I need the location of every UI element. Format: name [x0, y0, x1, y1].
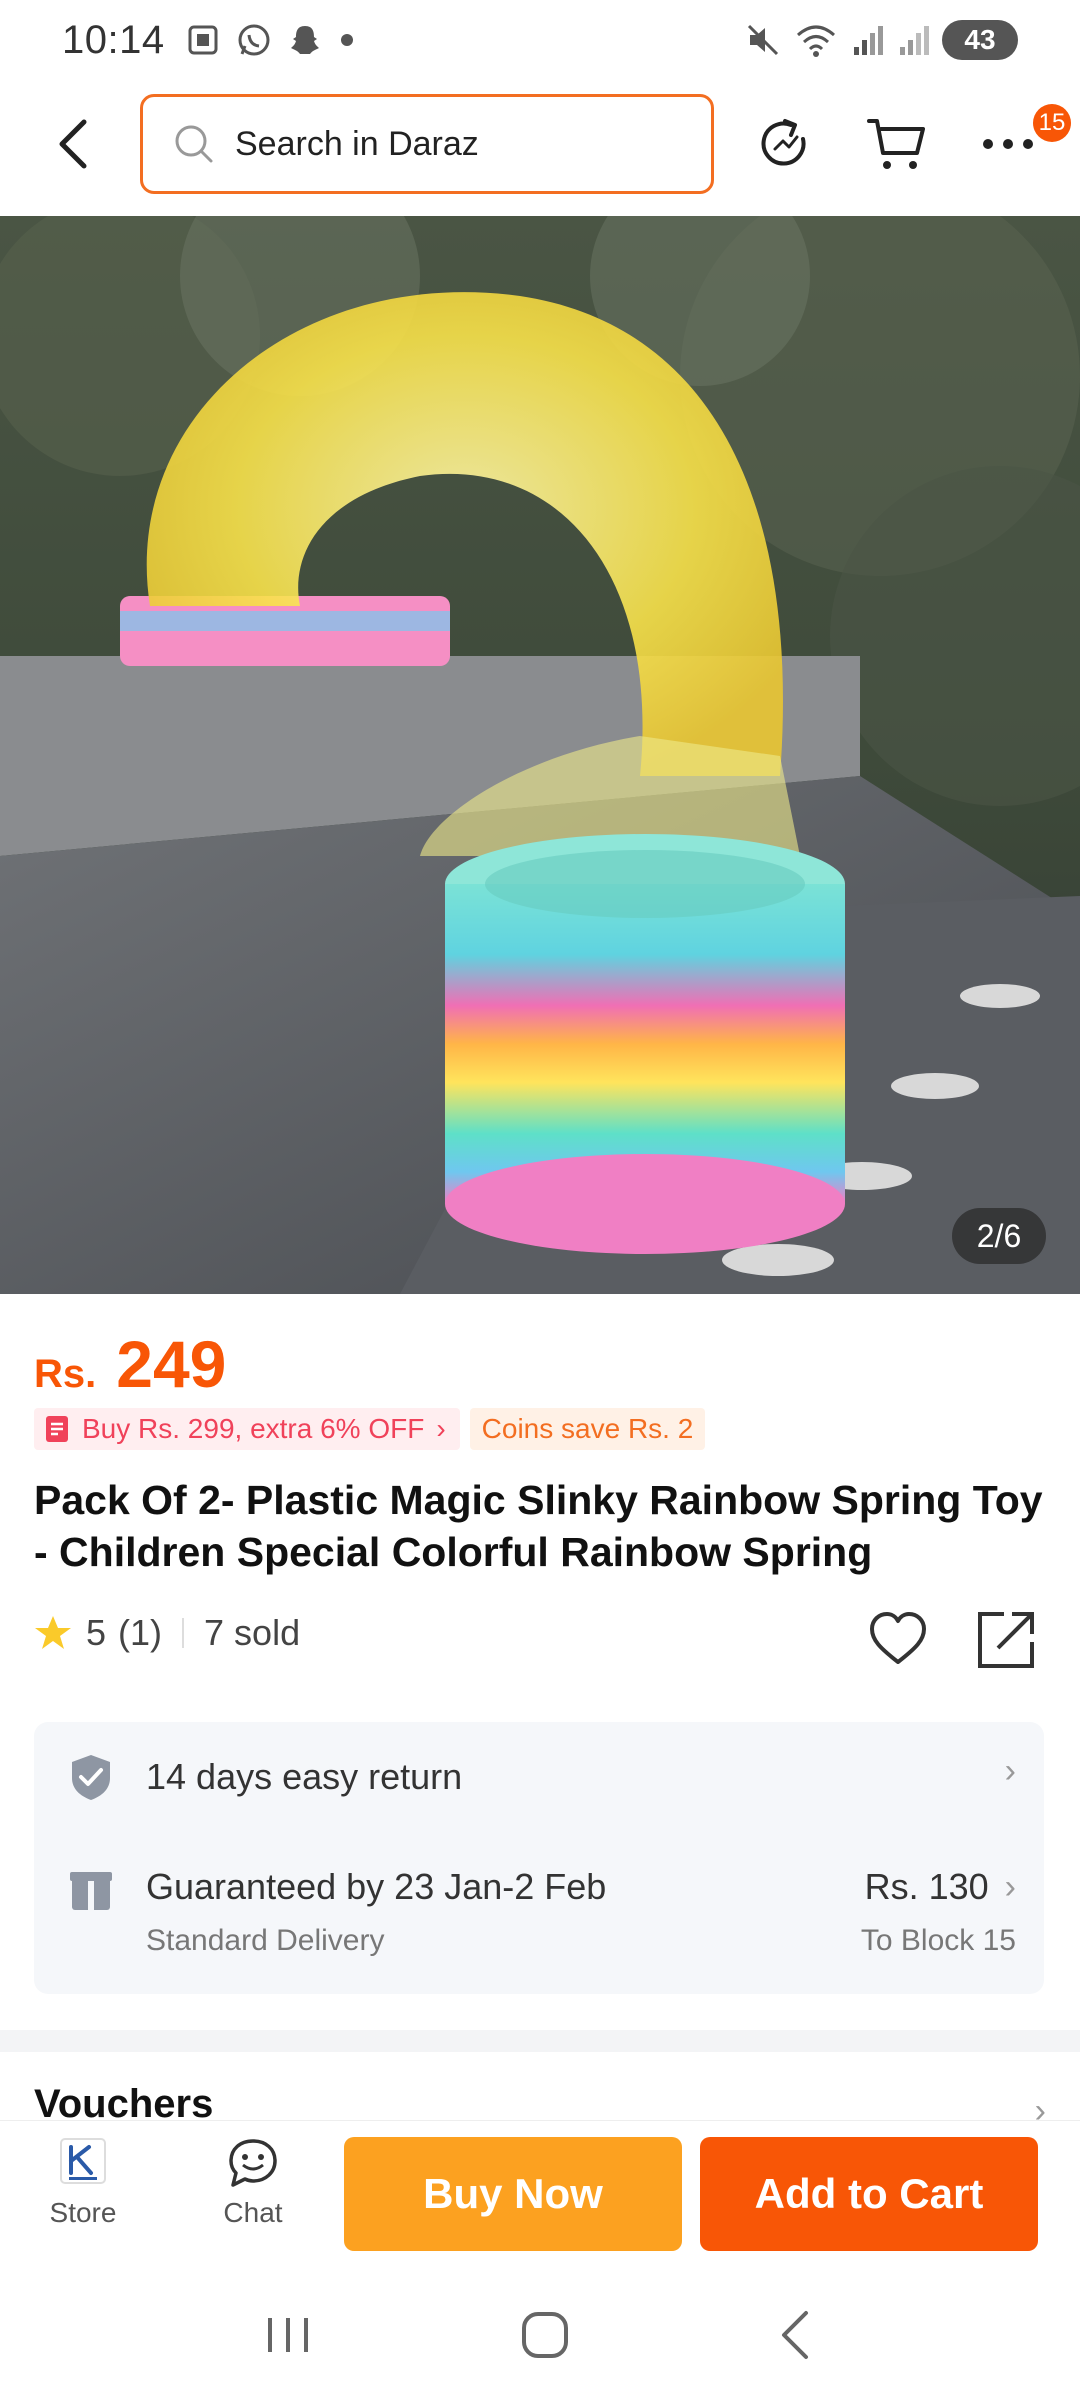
delivery-sub: Standard Delivery [146, 1924, 385, 1957]
chevron-right-icon: › [436, 1413, 446, 1444]
signal-icon-2 [900, 26, 929, 55]
search-input[interactable]: Search in Daraz [140, 94, 714, 194]
cart-button[interactable] [864, 112, 928, 176]
chat-label: Chat [223, 2197, 283, 2228]
service-card: 14 days easy return › Guaranteed by 23 J… [34, 1722, 1044, 1994]
status-left-icons [185, 21, 357, 59]
coins-tag[interactable]: Coins save Rs. 2 [469, 1408, 706, 1450]
product-image [0, 216, 1080, 1294]
promo-tag[interactable]: Buy Rs. 299, extra 6% OFF › [34, 1408, 460, 1450]
share-button[interactable] [974, 1608, 1038, 1672]
back-nav-icon[interactable] [772, 2307, 822, 2363]
dot-icon [340, 34, 353, 46]
package-icon [70, 1872, 112, 1910]
chevron-right-icon: › [1004, 1752, 1016, 1790]
return-policy-row[interactable]: 14 days easy return › [34, 1722, 1044, 1830]
chevron-right-icon: › [1004, 1867, 1016, 1906]
whatsapp-icon [238, 24, 270, 56]
price: Rs. 249 [34, 1326, 226, 1402]
shield-check-icon [72, 1755, 110, 1800]
promo-row: Buy Rs. 299, extra 6% OFF › Coins save R… [34, 1408, 706, 1450]
refresh-button[interactable] [752, 112, 816, 176]
promo-icon [46, 1416, 68, 1442]
star-icon [35, 1616, 71, 1649]
screenshot-icon [188, 25, 218, 55]
promo-text: Buy Rs. 299, extra 6% OFF [82, 1413, 425, 1444]
product-image-gallery[interactable]: 2/6 [0, 216, 1080, 1294]
return-text: 14 days easy return [146, 1756, 463, 1797]
share-refresh-icon [761, 119, 806, 166]
rating-value: 5 [86, 1612, 107, 1653]
section-divider [0, 2030, 1080, 2052]
mute-icon [747, 24, 779, 56]
delivery-title: Guaranteed by 23 Jan-2 Feb [146, 1866, 607, 1907]
heart-icon [870, 1612, 926, 1664]
search-icon [175, 125, 213, 163]
status-bar: 10:14 43 [0, 0, 1080, 80]
home-icon[interactable] [515, 2305, 575, 2365]
price-value: 249 [116, 1327, 227, 1401]
price-currency: Rs. [34, 1352, 97, 1396]
delivery-to: To Block 15 [860, 1924, 1016, 1957]
recent-apps-icon[interactable] [258, 2310, 318, 2360]
more-button[interactable] [976, 112, 1040, 176]
signal-icon [854, 26, 883, 55]
battery-level: 43 [964, 24, 996, 55]
action-bar: Store Chat Buy Now Add to Cart [0, 2120, 1080, 2270]
snapchat-icon [290, 26, 319, 54]
buy-now-button[interactable]: Buy Now [344, 2137, 682, 2251]
chat-button[interactable]: Chat [198, 2135, 308, 2229]
back-icon [59, 119, 87, 169]
delivery-price: Rs. 130 [864, 1866, 989, 1907]
cart-icon [867, 119, 925, 169]
chat-icon [229, 2139, 277, 2187]
status-right-icons: 43 [744, 20, 1018, 60]
system-nav-bar [0, 2270, 1080, 2400]
rating-row[interactable]: 5 (1) 7 sold [34, 1612, 300, 1654]
search-placeholder: Search in Daraz [235, 124, 479, 163]
rating-count: (1) [118, 1612, 163, 1653]
status-time: 10:14 [62, 17, 165, 62]
add-to-cart-button[interactable]: Add to Cart [700, 2137, 1038, 2251]
product-title: Pack Of 2- Plastic Magic Slinky Rainbow … [34, 1477, 1043, 1575]
battery-indicator: 43 [942, 20, 1018, 60]
cart-badge: 15 [1033, 104, 1071, 142]
more-icon [983, 139, 1033, 149]
store-label: Store [49, 2197, 117, 2228]
divider [182, 1618, 185, 1648]
wifi-icon [797, 25, 835, 57]
sold-count: 7 sold [204, 1612, 301, 1653]
store-button[interactable]: Store [28, 2135, 138, 2229]
back-button[interactable] [44, 112, 104, 176]
delivery-row[interactable]: Guaranteed by 23 Jan-2 Feb Standard Deli… [34, 1830, 1044, 1994]
share-icon [978, 1612, 1034, 1668]
coins-text: Coins save Rs. 2 [481, 1413, 694, 1444]
store-icon [60, 2138, 106, 2184]
wishlist-button[interactable] [866, 1608, 930, 1672]
image-counter: 2/6 [952, 1208, 1046, 1264]
top-nav: Search in Daraz 15 [0, 88, 1080, 200]
